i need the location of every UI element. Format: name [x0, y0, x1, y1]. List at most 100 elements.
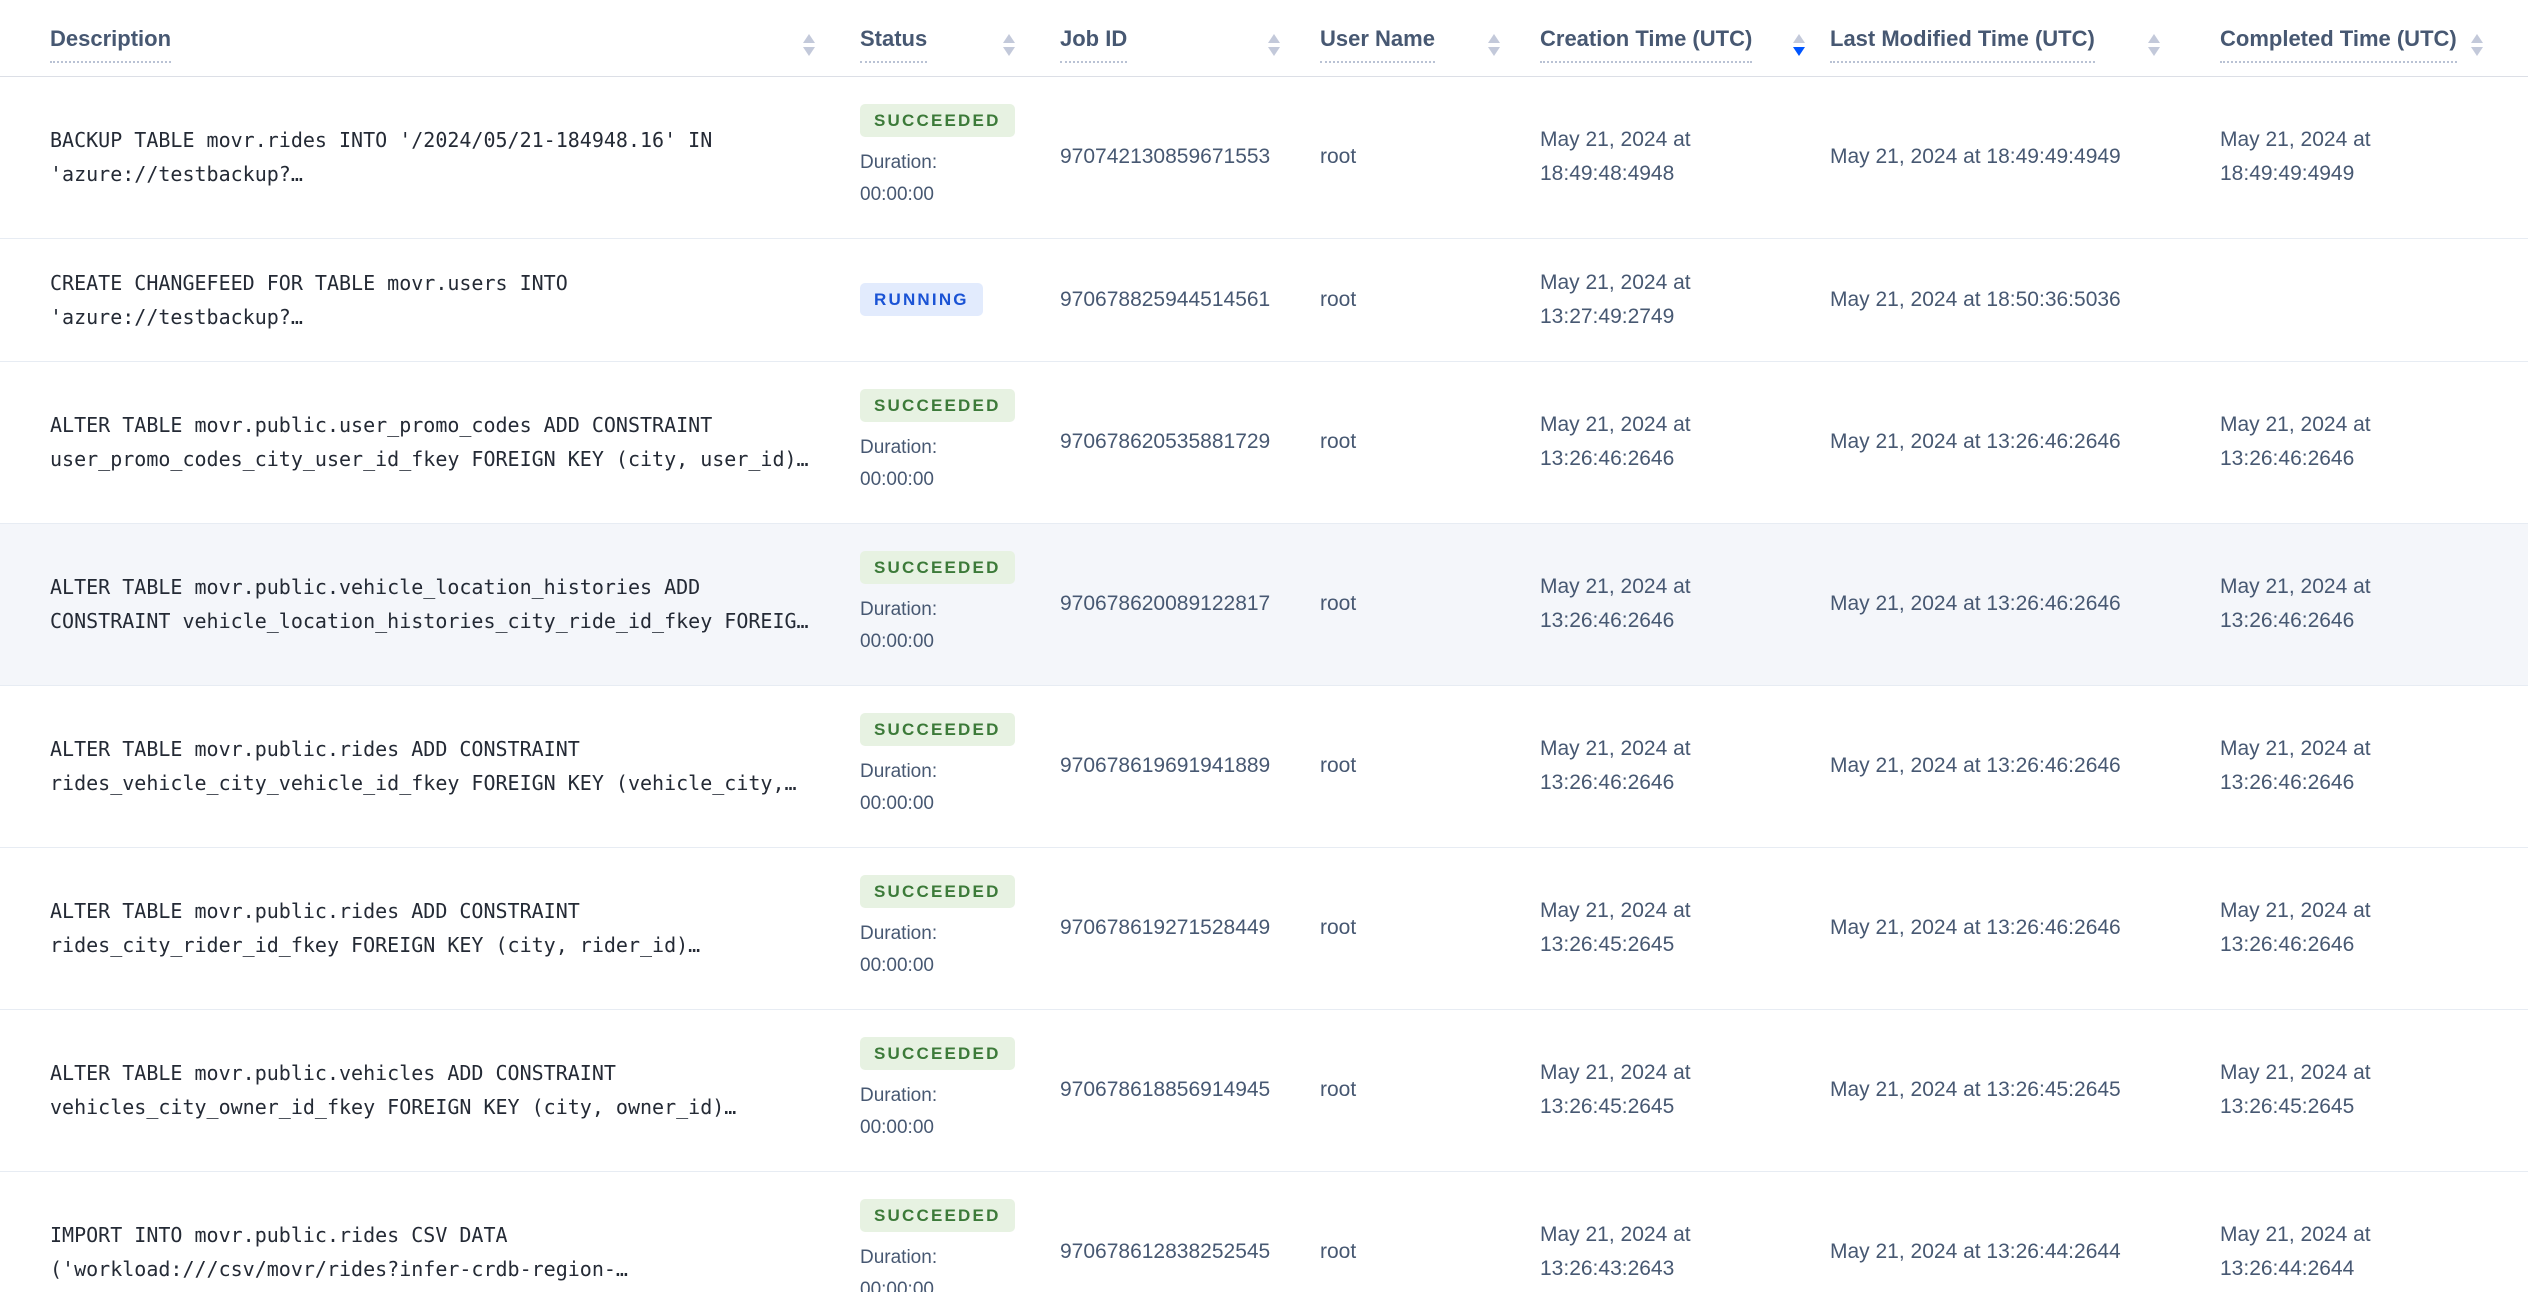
table-row: IMPORT INTO movr.public.rides CSV DATA (…	[0, 1171, 2528, 1292]
job-id: 970678619271528449	[1060, 916, 1271, 939]
column-header-label[interactable]: Status	[860, 26, 928, 64]
duration-label: Duration:	[860, 1246, 938, 1268]
sort-arrows-icon[interactable]	[1488, 33, 1500, 56]
job-description-cell[interactable]: IMPORT INTO movr.public.rides CSV DATA (…	[0, 1171, 860, 1292]
job-description-cell[interactable]: ALTER TABLE movr.public.vehicles ADD CON…	[0, 1009, 860, 1171]
job-creation-time: May 21, 2024 at 13:26:45:2645	[1540, 899, 1691, 956]
status-badge: SUCCEEDED	[860, 874, 1015, 908]
duration-value: 00:00:00	[860, 954, 934, 976]
job-last-modified-time: May 21, 2024 at 13:26:46:2646	[1830, 754, 2121, 777]
job-creation-time: May 21, 2024 at 13:26:45:2645	[1540, 1061, 1691, 1118]
job-description-link[interactable]: CREATE CHANGEFEED FOR TABLE movr.users I…	[50, 266, 815, 334]
duration-label: Duration:	[860, 598, 938, 620]
sort-down-icon	[1793, 46, 1805, 56]
job-status-cell: SUCCEEDED Duration: 00:00:00	[860, 361, 1060, 523]
job-id: 970678619691941889	[1060, 754, 1271, 777]
job-last-modified-time: May 21, 2024 at 13:26:45:2645	[1830, 1078, 2121, 1101]
job-completed-time: May 21, 2024 at 18:49:49:4949	[2220, 128, 2371, 185]
job-description-cell[interactable]: ALTER TABLE movr.public.rides ADD CONSTR…	[0, 685, 860, 847]
job-last-modified-time: May 21, 2024 at 18:50:36:5036	[1830, 287, 2121, 311]
table-row: ALTER TABLE movr.public.rides ADD CONSTR…	[0, 685, 2528, 847]
duration-label: Duration:	[860, 1084, 938, 1106]
job-duration: Duration: 00:00:00	[860, 1080, 1015, 1144]
job-creation-time: May 21, 2024 at 18:49:48:4948	[1540, 128, 1691, 185]
job-user-name: root	[1320, 1240, 1357, 1263]
header-row: Description Status Job ID User Name Crea…	[0, 0, 2528, 77]
job-description-cell[interactable]: BACKUP TABLE movr.rides INTO '/2024/05/2…	[0, 76, 860, 238]
sort-arrows-icon[interactable]	[2148, 33, 2160, 56]
column-header-user-name[interactable]: User Name	[1320, 0, 1540, 77]
table-row: ALTER TABLE movr.public.rides ADD CONSTR…	[0, 847, 2528, 1009]
job-description-link[interactable]: ALTER TABLE movr.public.rides ADD CONSTR…	[50, 894, 815, 962]
sort-arrows-icon[interactable]	[2470, 33, 2483, 56]
job-id: 970678612838252545	[1060, 1240, 1271, 1263]
job-id: 970742130859671553	[1060, 145, 1271, 168]
sort-up-icon	[2148, 33, 2160, 43]
job-user-name: root	[1320, 592, 1357, 615]
duration-label: Duration:	[860, 760, 938, 782]
job-user-name: root	[1320, 287, 1357, 311]
column-header-label[interactable]: Creation Time (UTC)	[1540, 26, 1753, 64]
column-header-label[interactable]: Job ID	[1060, 26, 1128, 64]
job-description-cell[interactable]: ALTER TABLE movr.public.vehicle_location…	[0, 523, 860, 685]
job-description-cell[interactable]: CREATE CHANGEFEED FOR TABLE movr.users I…	[0, 238, 860, 361]
duration-value: 00:00:00	[860, 630, 934, 652]
jobs-table-body: BACKUP TABLE movr.rides INTO '/2024/05/2…	[0, 76, 2528, 1292]
job-description-cell[interactable]: ALTER TABLE movr.public.rides ADD CONSTR…	[0, 847, 860, 1009]
sort-up-icon	[1793, 33, 1805, 43]
job-id: 970678618856914945	[1060, 1078, 1271, 1101]
job-description-cell[interactable]: ALTER TABLE movr.public.user_promo_codes…	[0, 361, 860, 523]
column-header-completed-time-utc[interactable]: Completed Time (UTC)	[2220, 0, 2528, 77]
job-description-link[interactable]: BACKUP TABLE movr.rides INTO '/2024/05/2…	[50, 123, 815, 191]
job-status-cell: SUCCEEDED Duration: 00:00:00	[860, 523, 1060, 685]
job-completed-time: May 21, 2024 at 13:26:44:2644	[2220, 1223, 2371, 1280]
job-description-link[interactable]: ALTER TABLE movr.public.rides ADD CONSTR…	[50, 732, 815, 800]
job-duration: Duration: 00:00:00	[860, 147, 1015, 211]
status-badge: SUCCEEDED	[860, 550, 1015, 584]
duration-value: 00:00:00	[860, 183, 934, 205]
job-description-link[interactable]: ALTER TABLE movr.public.vehicle_location…	[50, 570, 815, 638]
job-duration: Duration: 00:00:00	[860, 432, 1015, 496]
column-header-label[interactable]: Description	[50, 26, 172, 64]
status-badge: SUCCEEDED	[860, 1198, 1015, 1232]
column-header-creation-time-utc[interactable]: Creation Time (UTC)	[1540, 0, 1830, 77]
column-header-label[interactable]: Completed Time (UTC)	[2220, 26, 2457, 64]
job-last-modified-time: May 21, 2024 at 13:26:46:2646	[1830, 916, 2121, 939]
job-description-link[interactable]: ALTER TABLE movr.public.user_promo_codes…	[50, 408, 815, 476]
job-id: 970678620089122817	[1060, 592, 1271, 615]
column-header-job-id[interactable]: Job ID	[1060, 0, 1320, 77]
sort-up-icon	[803, 33, 815, 43]
job-completed-time: May 21, 2024 at 13:26:45:2645	[2220, 1061, 2371, 1118]
column-header-label[interactable]: User Name	[1320, 26, 1435, 64]
sort-arrows-icon[interactable]	[1268, 33, 1280, 56]
duration-value: 00:00:00	[860, 468, 934, 490]
job-duration: Duration: 00:00:00	[860, 756, 1015, 820]
job-user-name: root	[1320, 1078, 1357, 1101]
job-completed-time	[2220, 238, 2528, 361]
sort-down-icon	[1003, 46, 1015, 56]
job-description-link[interactable]: ALTER TABLE movr.public.vehicles ADD CON…	[50, 1056, 815, 1124]
job-last-modified-time: May 21, 2024 at 13:26:44:2644	[1830, 1240, 2121, 1263]
job-description-link[interactable]: IMPORT INTO movr.public.rides CSV DATA (…	[50, 1218, 815, 1286]
job-status-cell: SUCCEEDED Duration: 00:00:00	[860, 1009, 1060, 1171]
duration-label: Duration:	[860, 922, 938, 944]
sort-down-icon	[2470, 46, 2483, 56]
duration-label: Duration:	[860, 151, 938, 173]
job-completed-time: May 21, 2024 at 13:26:46:2646	[2220, 737, 2371, 794]
table-row: CREATE CHANGEFEED FOR TABLE movr.users I…	[0, 238, 2528, 361]
status-badge: RUNNING	[860, 283, 983, 316]
job-status-cell: SUCCEEDED Duration: 00:00:00	[860, 1171, 1060, 1292]
job-duration: Duration: 00:00:00	[860, 1242, 1015, 1292]
column-header-description[interactable]: Description	[0, 0, 860, 77]
sort-arrows-icon[interactable]	[1003, 33, 1015, 56]
sort-arrows-icon[interactable]	[1793, 33, 1805, 56]
sort-down-icon	[1268, 46, 1280, 56]
status-badge: SUCCEEDED	[860, 712, 1015, 746]
status-badge: SUCCEEDED	[860, 388, 1015, 422]
job-user-name: root	[1320, 430, 1357, 453]
column-header-last-modified-time-utc[interactable]: Last Modified Time (UTC)	[1830, 0, 2220, 77]
column-header-status[interactable]: Status	[860, 0, 1060, 77]
sort-arrows-icon[interactable]	[803, 33, 815, 56]
column-header-label[interactable]: Last Modified Time (UTC)	[1830, 26, 2095, 64]
jobs-table: Description Status Job ID User Name Crea…	[0, 0, 2528, 1292]
